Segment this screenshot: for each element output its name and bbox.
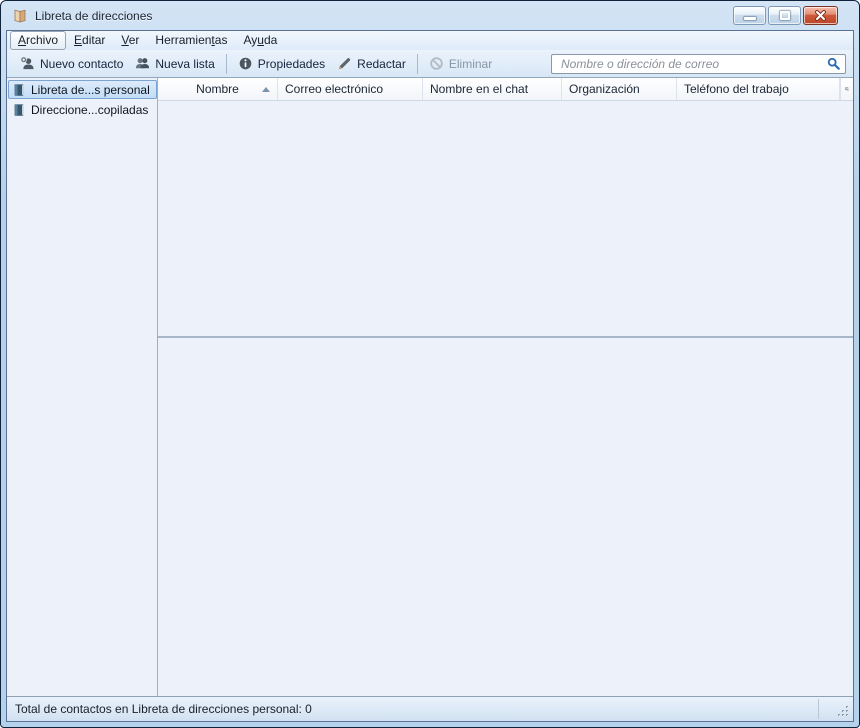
column-picker[interactable] [840, 78, 853, 100]
status-text: Total de contactos en Libreta de direcci… [15, 702, 312, 716]
properties-label: Propiedades [258, 57, 325, 71]
address-book-small-icon [12, 83, 26, 97]
compose-label: Redactar [357, 57, 406, 71]
menu-herramientas[interactable]: Herramientas [147, 31, 235, 50]
column-header-nombre[interactable]: Nombre [158, 78, 278, 100]
search-icon[interactable] [827, 57, 840, 70]
new-contact-label: Nuevo contacto [40, 57, 123, 71]
delete-label: Eliminar [449, 57, 492, 71]
minimize-button[interactable] [733, 6, 766, 25]
menu-archivo[interactable]: Archivo [10, 31, 66, 50]
address-book-sidebar: Libreta de...s personal Direccione...cop… [7, 78, 158, 696]
delete-button[interactable]: Eliminar [423, 53, 498, 74]
column-header-correo[interactable]: Correo electrónico [278, 78, 423, 100]
contact-pane: Nombre Correo electrónico Nombre en el c… [158, 78, 853, 696]
statusbar: Total de contactos en Libreta de direcci… [7, 696, 853, 721]
contact-list[interactable] [158, 101, 853, 338]
new-contact-icon [20, 56, 35, 71]
restore-button[interactable] [768, 6, 801, 25]
delete-icon [429, 56, 444, 71]
new-list-button[interactable]: Nueva lista [129, 53, 220, 74]
column-header-telefono[interactable]: Teléfono del trabajo [677, 78, 840, 100]
main-area: Libreta de...s personal Direccione...cop… [7, 78, 853, 696]
statusbar-separator [818, 699, 819, 719]
column-picker-icon [845, 82, 849, 96]
search-input[interactable] [559, 56, 827, 72]
compose-button[interactable]: Redactar [331, 53, 412, 74]
menubar: Archivo Editar Ver Herramientas Ayuda [7, 31, 853, 50]
restore-icon [780, 11, 790, 20]
window-controls [733, 6, 850, 25]
new-list-icon [135, 56, 150, 71]
properties-button[interactable]: Propiedades [232, 53, 331, 74]
toolbar-separator [417, 54, 418, 74]
menu-ver[interactable]: Ver [113, 31, 147, 50]
toolbar: Nuevo contacto Nueva lista Propiedad [7, 50, 853, 78]
sidebar-item-personal-address-book[interactable]: Libreta de...s personal [8, 80, 157, 99]
properties-info-icon [238, 56, 253, 71]
contact-preview-pane [158, 338, 853, 696]
table-header: Nombre Correo electrónico Nombre en el c… [158, 78, 853, 101]
column-header-chat[interactable]: Nombre en el chat [423, 78, 562, 100]
window-title: Libreta de direcciones [35, 9, 152, 23]
close-button[interactable] [803, 6, 838, 25]
resize-grip[interactable] [837, 705, 850, 718]
menu-ayuda[interactable]: Ayuda [235, 31, 285, 50]
sort-ascending-icon [262, 87, 270, 92]
sidebar-item-label: Direccione...copiladas [31, 103, 148, 117]
sidebar-item-label: Libreta de...s personal [31, 83, 150, 97]
sidebar-item-collected-addresses[interactable]: Direccione...copiladas [8, 100, 157, 119]
new-list-label: Nueva lista [155, 57, 214, 71]
address-book-window: Libreta de direcciones Archivo Editar Ve… [0, 0, 860, 728]
menu-editar[interactable]: Editar [66, 31, 113, 50]
titlebar[interactable]: Libreta de direcciones [6, 1, 854, 30]
column-header-organizacion[interactable]: Organización [562, 78, 677, 100]
minimize-icon [744, 17, 756, 20]
new-contact-button[interactable]: Nuevo contacto [14, 53, 129, 74]
search-box [551, 54, 846, 74]
compose-pencil-icon [337, 56, 352, 71]
close-icon [815, 10, 826, 21]
window-content: Archivo Editar Ver Herramientas Ayuda Nu… [6, 30, 854, 722]
address-book-icon [12, 8, 28, 24]
toolbar-separator [226, 54, 227, 74]
address-book-small-icon [12, 103, 26, 117]
